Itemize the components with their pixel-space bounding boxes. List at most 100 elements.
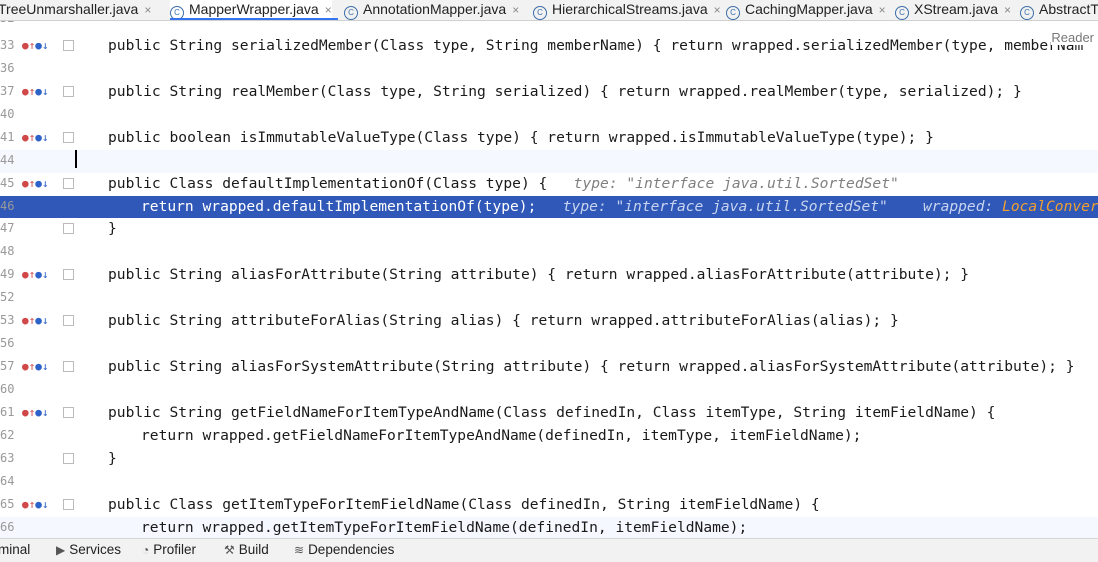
code-line[interactable]: 36	[0, 58, 1098, 81]
code-line[interactable]: 53 ●↑●↓ public String attributeForAlias(…	[0, 310, 1098, 333]
reader-mode-toggle[interactable]: Reader	[1051, 30, 1094, 45]
implemented-down-icon[interactable]: ●↓	[35, 85, 48, 98]
tab-treeunmarshaller[interactable]: TreeUnmarshaller.java ×	[0, 0, 151, 20]
override-up-icon[interactable]: ●↑	[22, 85, 35, 98]
close-icon[interactable]: ×	[325, 3, 332, 17]
fold-icon[interactable]	[63, 86, 74, 97]
code-line[interactable]: 32	[0, 21, 1098, 31]
gutter-icons[interactable]: ●↑●↓	[22, 39, 49, 52]
tab-label: XStream.java	[914, 1, 999, 17]
override-up-icon[interactable]: ●↑	[22, 498, 35, 511]
code-line[interactable]: 49 ●↑●↓ public String aliasForAttribute(…	[0, 264, 1098, 287]
build-tool[interactable]: ⚒ Build	[224, 542, 269, 557]
gutter-icons[interactable]: ●↑●↓	[22, 85, 49, 98]
code-line[interactable]: 60	[0, 379, 1098, 402]
services-tool[interactable]: ▶ Services	[56, 542, 121, 557]
line-number: 37	[0, 84, 14, 98]
code-line[interactable]: 61 ●↑●↓ public String getFieldNameForIte…	[0, 402, 1098, 425]
line-number: 52	[0, 290, 14, 304]
code-line[interactable]: 64	[0, 471, 1098, 494]
fold-icon[interactable]	[63, 40, 74, 51]
code-line[interactable]: 45 ●↑●↓ public Class defaultImplementati…	[0, 173, 1098, 196]
gutter-icons[interactable]: ●↑●↓	[22, 177, 49, 190]
code-line[interactable]: 40	[0, 104, 1098, 127]
code-text: public String attributeForAlias(String a…	[108, 312, 899, 329]
fold-icon[interactable]	[63, 178, 74, 189]
code-line[interactable]: 47 }	[0, 218, 1098, 241]
fold-icon[interactable]	[63, 269, 74, 280]
implemented-down-icon[interactable]: ●↓	[35, 131, 48, 144]
fold-icon[interactable]	[63, 223, 74, 234]
profiler-tool[interactable]: ◔ Profiler	[142, 542, 196, 557]
code-text: }	[108, 450, 117, 467]
fold-icon[interactable]	[63, 132, 74, 143]
close-icon[interactable]: ×	[512, 3, 519, 17]
line-number: 63	[0, 451, 14, 465]
fold-icon[interactable]	[63, 315, 74, 326]
implemented-down-icon[interactable]: ●↓	[35, 406, 48, 419]
code-text: public String realMember(Class type, Str…	[108, 83, 1022, 100]
fold-icon[interactable]	[63, 499, 74, 510]
fold-icon[interactable]	[63, 407, 74, 418]
override-up-icon[interactable]: ●↑	[22, 314, 35, 327]
fold-icon[interactable]	[63, 361, 74, 372]
line-number: 56	[0, 336, 14, 350]
override-up-icon[interactable]: ●↑	[22, 177, 35, 190]
tab-hierarchicalstreams[interactable]: C HierarchicalStreams.java ×	[533, 0, 721, 20]
implemented-down-icon[interactable]: ●↓	[35, 268, 48, 281]
terminal-tool[interactable]: minal	[0, 542, 30, 557]
code-line[interactable]: 62 return wrapped.getFieldNameForItemTyp…	[0, 425, 1098, 448]
profiler-icon: ◔	[142, 543, 150, 557]
dependencies-tool[interactable]: ≋ Dependencies	[294, 542, 394, 557]
line-number: 47	[0, 221, 14, 235]
code-line[interactable]: 37 ●↑●↓ public String realMember(Class t…	[0, 81, 1098, 104]
line-number: 48	[0, 244, 14, 258]
code-line-current[interactable]: 44	[0, 150, 1098, 173]
override-up-icon[interactable]: ●↑	[22, 360, 35, 373]
code-line[interactable]: 56	[0, 333, 1098, 356]
gutter-icons[interactable]: ●↑●↓	[22, 268, 49, 281]
implemented-down-icon[interactable]: ●↓	[35, 360, 48, 373]
code-editor[interactable]: 32 33 ●↑●↓ public String serializedMembe…	[0, 21, 1098, 538]
tab-cachingmapper[interactable]: C CachingMapper.java ×	[726, 0, 886, 20]
line-number: 66	[0, 520, 14, 534]
code-line[interactable]: 48	[0, 241, 1098, 264]
override-up-icon[interactable]: ●↑	[22, 406, 35, 419]
code-line[interactable]: 57 ●↑●↓ public String aliasForSystemAttr…	[0, 356, 1098, 379]
code-line[interactable]: 52	[0, 287, 1098, 310]
code-text: public Class defaultImplementationOf(Cla…	[108, 175, 899, 192]
implemented-down-icon[interactable]: ●↓	[35, 498, 48, 511]
implemented-down-icon[interactable]: ●↓	[35, 314, 48, 327]
code-text: return wrapped.defaultImplementationOf(t…	[141, 198, 1098, 215]
implemented-down-icon[interactable]: ●↓	[35, 177, 48, 190]
code-line[interactable]: 65 ●↑●↓ public Class getItemTypeForItemF…	[0, 494, 1098, 517]
dependencies-icon: ≋	[294, 543, 305, 557]
override-up-icon[interactable]: ●↑	[22, 131, 35, 144]
tab-label: AbstractTr	[1039, 1, 1098, 17]
override-up-icon[interactable]: ●↑	[22, 268, 35, 281]
tab-xstream[interactable]: C XStream.java ×	[895, 0, 1011, 20]
code-text: public String serializedMember(Class typ…	[108, 37, 1084, 54]
code-line[interactable]: 66 return wrapped.getItemTypeForItemFiel…	[0, 517, 1098, 538]
tab-annotationmapper[interactable]: C AnnotationMapper.java ×	[344, 0, 519, 20]
gutter-icons[interactable]: ●↑●↓	[22, 314, 49, 327]
implemented-down-icon[interactable]: ●↓	[35, 39, 48, 52]
tab-abstracttr[interactable]: C AbstractTr	[1020, 0, 1098, 20]
code-line[interactable]: 41 ●↑●↓ public boolean isImmutableValueT…	[0, 127, 1098, 150]
close-icon[interactable]: ×	[144, 3, 151, 17]
gutter-icons[interactable]: ●↑●↓	[22, 406, 49, 419]
code-text: public String aliasForAttribute(String a…	[108, 266, 970, 283]
gutter-icons[interactable]: ●↑●↓	[22, 131, 49, 144]
fold-icon[interactable]	[63, 453, 74, 464]
code-line[interactable]: 33 ●↑●↓ public String serializedMember(C…	[0, 35, 1098, 58]
override-up-icon[interactable]: ●↑	[22, 39, 35, 52]
code-line-selected[interactable]: 46 return wrapped.defaultImplementationO…	[0, 196, 1098, 218]
class-icon: C	[344, 6, 358, 20]
close-icon[interactable]: ×	[714, 3, 721, 17]
close-icon[interactable]: ×	[879, 3, 886, 17]
code-line[interactable]: 63 }	[0, 448, 1098, 471]
close-icon[interactable]: ×	[1004, 3, 1011, 17]
line-number: 57	[0, 359, 14, 373]
gutter-icons[interactable]: ●↑●↓	[22, 498, 49, 511]
gutter-icons[interactable]: ●↑●↓	[22, 360, 49, 373]
